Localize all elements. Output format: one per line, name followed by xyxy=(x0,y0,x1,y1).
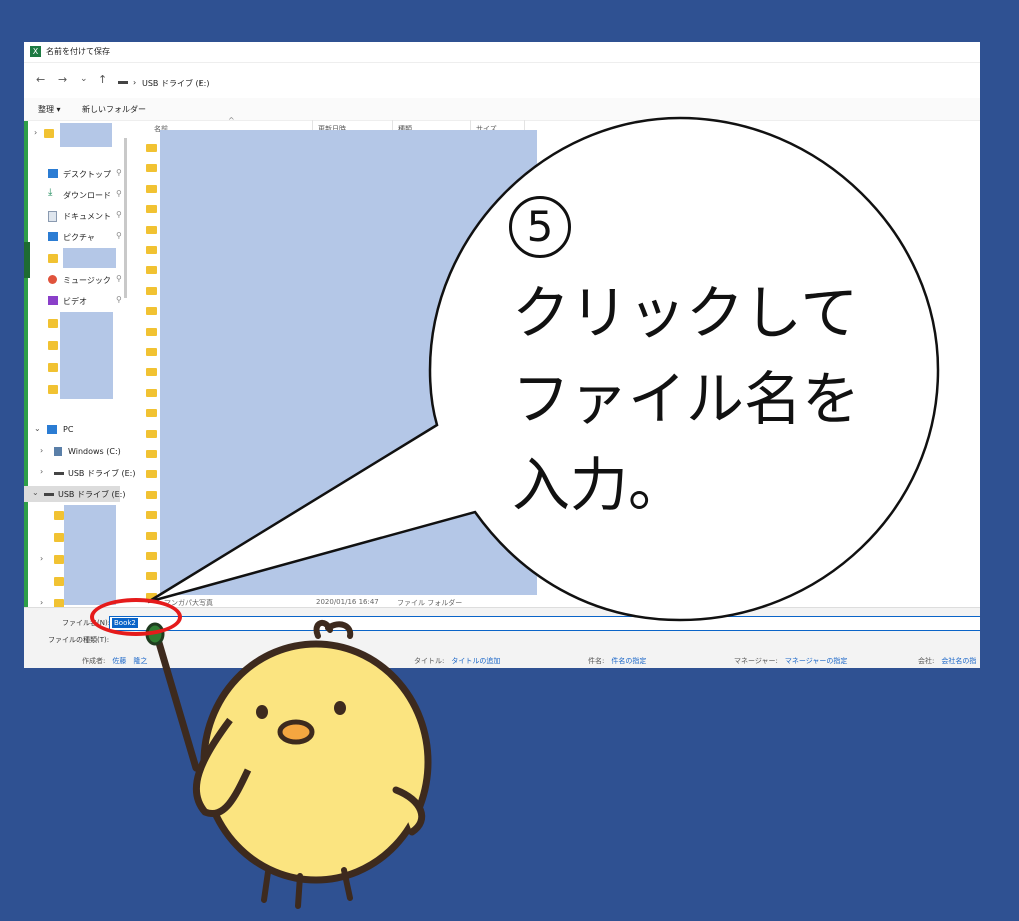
callout-line-2: ファイル名を xyxy=(512,365,861,433)
callout-line-3: 入力。 xyxy=(512,451,687,519)
step-number: 5 xyxy=(509,196,571,258)
highlight-ring xyxy=(90,598,182,636)
chick-pointer-icon xyxy=(145,619,432,909)
callout-line-1: クリックして xyxy=(512,279,859,347)
